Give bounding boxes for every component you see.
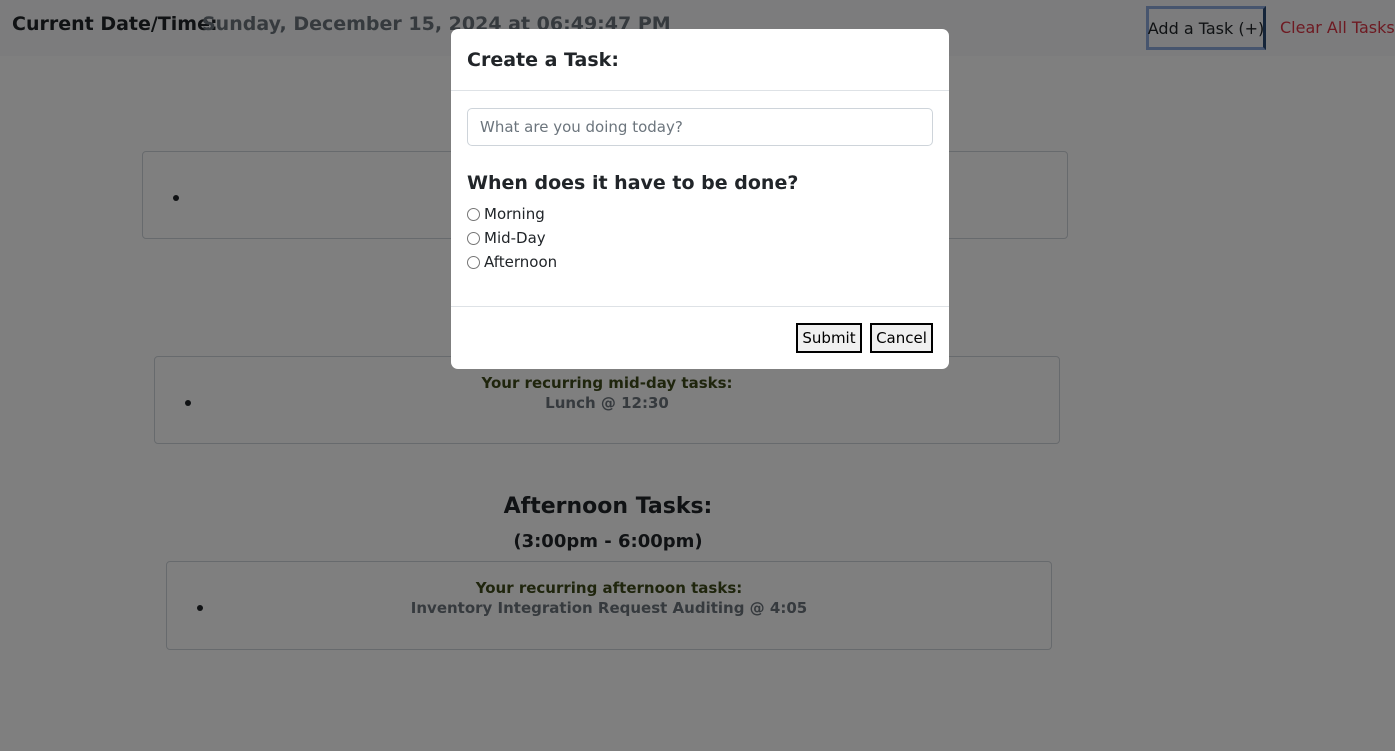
midday-radio[interactable] [467, 231, 480, 245]
modal-header: Create a Task: [451, 29, 949, 91]
due-time-heading: When does it have to be done? [467, 172, 799, 194]
midday-radio-label: Mid-Day [484, 229, 546, 247]
create-task-modal: Create a Task: When does it have to be d… [451, 29, 949, 369]
modal-footer: Submit Cancel [451, 306, 949, 369]
submit-button[interactable]: Submit [796, 323, 862, 353]
morning-radio-label: Morning [484, 205, 545, 223]
option-morning[interactable]: Morning [467, 204, 545, 224]
option-midday[interactable]: Mid-Day [467, 228, 546, 248]
task-planner-page: Current Date/Time: Sunday, December 15, … [0, 0, 1395, 751]
modal-title: Create a Task: [467, 49, 619, 71]
morning-radio[interactable] [467, 207, 480, 221]
task-description-input[interactable] [467, 108, 933, 146]
option-afternoon[interactable]: Afternoon [467, 252, 557, 272]
afternoon-radio-label: Afternoon [484, 253, 558, 271]
cancel-button[interactable]: Cancel [870, 323, 933, 353]
afternoon-radio[interactable] [467, 255, 480, 269]
